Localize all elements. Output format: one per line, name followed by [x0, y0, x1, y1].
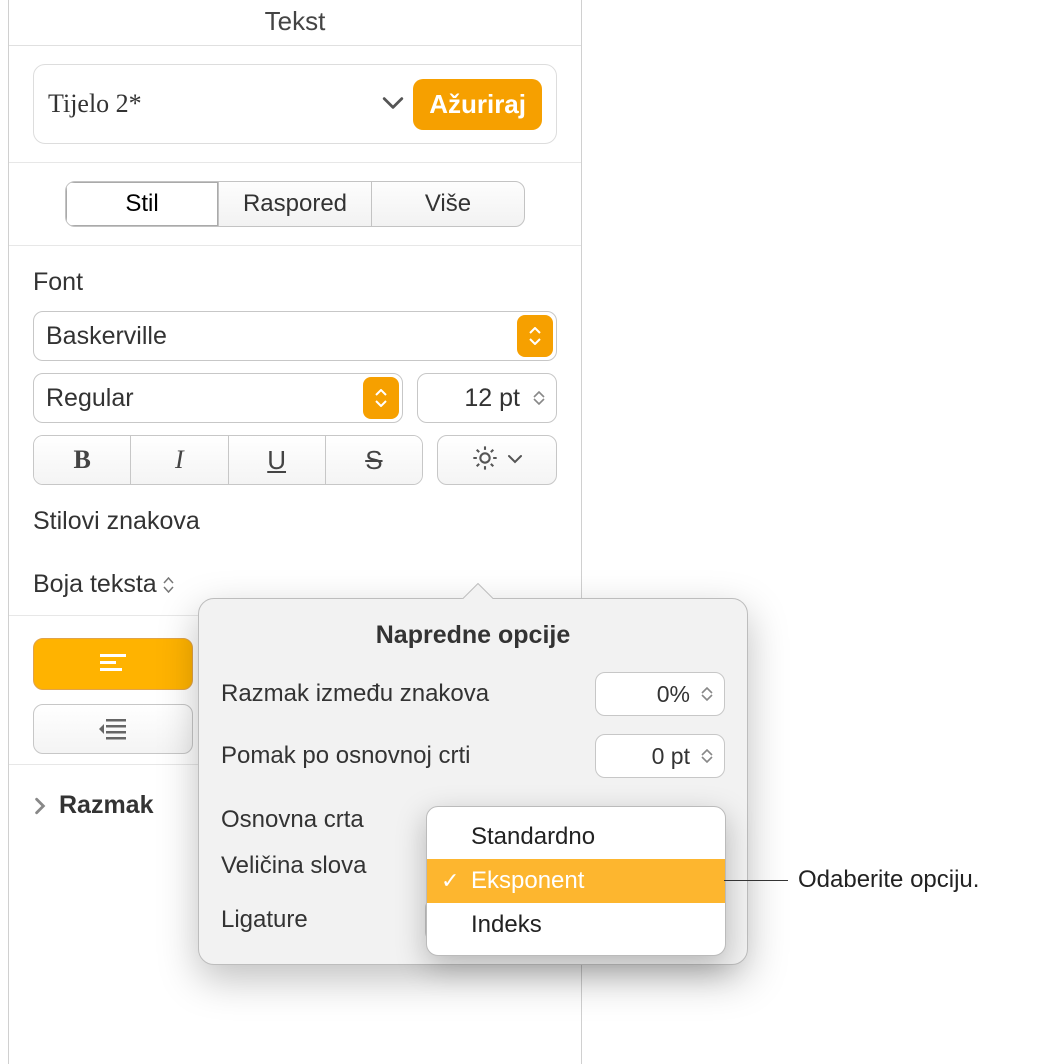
- select-stepper-icon: [363, 377, 399, 419]
- character-spacing-field[interactable]: 0%: [595, 672, 725, 716]
- format-row: B I U S: [33, 435, 557, 485]
- tab-style[interactable]: Stil: [66, 182, 219, 226]
- character-spacing-value: 0%: [657, 681, 690, 708]
- strikethrough-button[interactable]: S: [326, 436, 422, 484]
- chevron-down-icon: [507, 451, 523, 469]
- baseline-shift-stepper[interactable]: [694, 739, 720, 773]
- spacing-label: Razmak: [59, 791, 154, 820]
- baseline-shift-label: Pomak po osnovnoj crti: [221, 742, 470, 770]
- font-section: Font Baskerville Regular 12 pt: [9, 246, 581, 554]
- baseline-label: Osnovna crta: [221, 806, 364, 834]
- baseline-shift-row: Pomak po osnovnoj crti 0 pt: [221, 734, 725, 778]
- character-styles-label: Stilovi znakova: [33, 507, 200, 535]
- text-tabs-section: Stil Raspored Više: [9, 163, 581, 246]
- text-color-stepper-icon[interactable]: [163, 577, 174, 593]
- font-family-value: Baskerville: [46, 322, 167, 351]
- character-styles-row: Stilovi znakova: [33, 507, 557, 536]
- capitalization-label: Veličina slova: [221, 852, 366, 880]
- font-family-select[interactable]: Baskerville: [33, 311, 557, 361]
- callout-text: Odaberite opciju.: [798, 866, 979, 894]
- bold-button[interactable]: B: [34, 436, 131, 484]
- baseline-option-standard[interactable]: Standardno: [427, 815, 725, 859]
- popover-title: Napredne opcije: [221, 621, 725, 650]
- baseline-option-exponent-label: Eksponent: [471, 867, 584, 895]
- select-stepper-icon: [517, 315, 553, 357]
- font-size-value: 12 pt: [464, 384, 520, 413]
- outdent-button[interactable]: [33, 704, 193, 754]
- paragraph-style-dropdown[interactable]: [373, 93, 413, 116]
- font-heading: Font: [33, 268, 557, 297]
- ligatures-label: Ligature: [221, 906, 308, 934]
- baseline-menu: Standardno ✓ Eksponent Indeks: [426, 806, 726, 956]
- text-style-group: B I U S: [33, 435, 423, 485]
- checkmark-icon: ✓: [441, 868, 459, 894]
- tab-layout[interactable]: Raspored: [219, 182, 372, 226]
- font-weight-size-row: Regular 12 pt: [33, 373, 557, 423]
- baseline-option-exponent[interactable]: ✓ Eksponent: [427, 859, 725, 903]
- underline-button[interactable]: U: [229, 436, 326, 484]
- font-weight-value: Regular: [46, 384, 134, 413]
- outdent-icon: [98, 717, 128, 741]
- callout-line: [724, 880, 788, 881]
- update-style-button[interactable]: Ažuriraj: [413, 79, 542, 130]
- panel-title: Tekst: [9, 0, 581, 46]
- chevron-right-icon: [33, 797, 47, 815]
- align-left-icon: [100, 653, 126, 675]
- font-size-stepper[interactable]: [526, 378, 552, 418]
- italic-button[interactable]: I: [131, 436, 228, 484]
- font-size-field[interactable]: 12 pt: [417, 373, 557, 423]
- character-spacing-stepper[interactable]: [694, 677, 720, 711]
- align-left-button[interactable]: [33, 638, 193, 690]
- advanced-options-button[interactable]: [437, 435, 557, 485]
- character-spacing-label: Razmak između znakova: [221, 680, 489, 708]
- popover-notch: [461, 583, 493, 599]
- baseline-option-index[interactable]: Indeks: [427, 903, 725, 947]
- text-color-label: Boja teksta: [33, 570, 157, 599]
- text-tabs: Stil Raspored Više: [65, 181, 525, 227]
- baseline-shift-field[interactable]: 0 pt: [595, 734, 725, 778]
- font-weight-select[interactable]: Regular: [33, 373, 403, 423]
- character-spacing-row: Razmak između znakova 0%: [221, 672, 725, 716]
- baseline-shift-value: 0 pt: [652, 743, 690, 770]
- tab-more[interactable]: Više: [372, 182, 524, 226]
- paragraph-style-name: Tijelo 2*: [48, 89, 373, 119]
- gear-icon: [471, 444, 499, 477]
- paragraph-style-section: Tijelo 2* Ažuriraj: [9, 46, 581, 163]
- paragraph-style-row: Tijelo 2* Ažuriraj: [33, 64, 557, 144]
